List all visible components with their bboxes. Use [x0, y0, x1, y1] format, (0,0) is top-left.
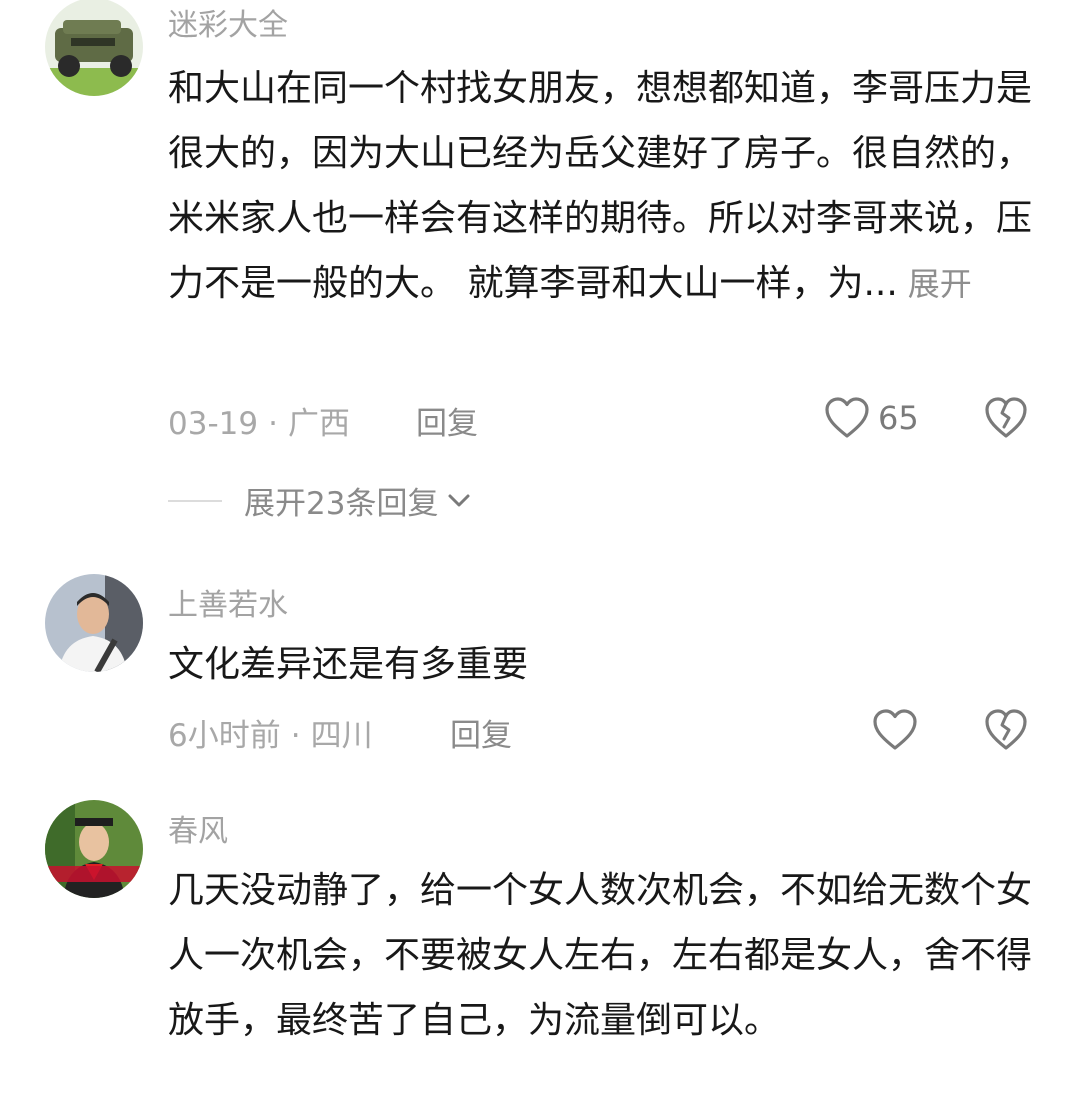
avatar-vehicle-image	[45, 0, 143, 96]
meta-separator: ·	[268, 406, 278, 442]
comment-username[interactable]: 上善若水	[168, 580, 288, 624]
avatar[interactable]	[45, 0, 143, 96]
broken-heart-icon	[985, 709, 1027, 750]
expand-replies-button[interactable]: 展开23条回复	[168, 478, 474, 523]
chevron-down-icon	[448, 494, 470, 506]
avatar[interactable]	[45, 800, 143, 898]
like-button[interactable]	[872, 708, 918, 752]
comment-text: 和大山在同一个村找女朋友，想想都知道，李哥压力是很大的，因为大山已经为岳父建好了…	[168, 56, 1048, 317]
expand-text-link[interactable]: 展开	[908, 265, 972, 303]
comment-text: 几天没动静了，给一个女人数次机会，不如给无数个女人一次机会，不要被女人左右，左右…	[168, 870, 1033, 1041]
dislike-button[interactable]	[984, 396, 1028, 440]
dislike-button[interactable]	[984, 708, 1028, 752]
comment-meta: 6小时前 · 四川	[168, 710, 373, 755]
divider-line	[168, 499, 222, 502]
comment-date: 03-19	[168, 406, 259, 442]
heart-outline-icon	[825, 397, 869, 438]
broken-heart-icon	[985, 397, 1027, 438]
avatar-person-image	[45, 574, 143, 672]
like-button[interactable]: 65	[824, 396, 919, 440]
avatar-graduate-image	[45, 800, 143, 898]
comment-username[interactable]: 春风	[168, 806, 228, 850]
meta-separator: ·	[290, 718, 301, 754]
comment-date: 6小时前	[168, 718, 281, 754]
like-count: 65	[878, 399, 919, 437]
comment-location: 广西	[287, 406, 350, 442]
comment-meta: 03-19 · 广西	[168, 398, 350, 443]
reply-button[interactable]: 回复	[450, 710, 512, 755]
comment-body: 和大山在同一个村找女朋友，想想都知道，李哥压力是很大的，因为大山已经为岳父建好了…	[168, 68, 1033, 304]
comment-text: 文化差异还是有多重要	[168, 644, 529, 685]
heart-outline-icon	[873, 709, 917, 750]
expand-replies-label: 展开23条回复	[244, 486, 439, 522]
avatar[interactable]	[45, 574, 143, 672]
comment-location: 四川	[310, 718, 373, 754]
reply-button[interactable]: 回复	[416, 398, 478, 443]
comment-username[interactable]: 迷彩大全	[168, 0, 288, 44]
